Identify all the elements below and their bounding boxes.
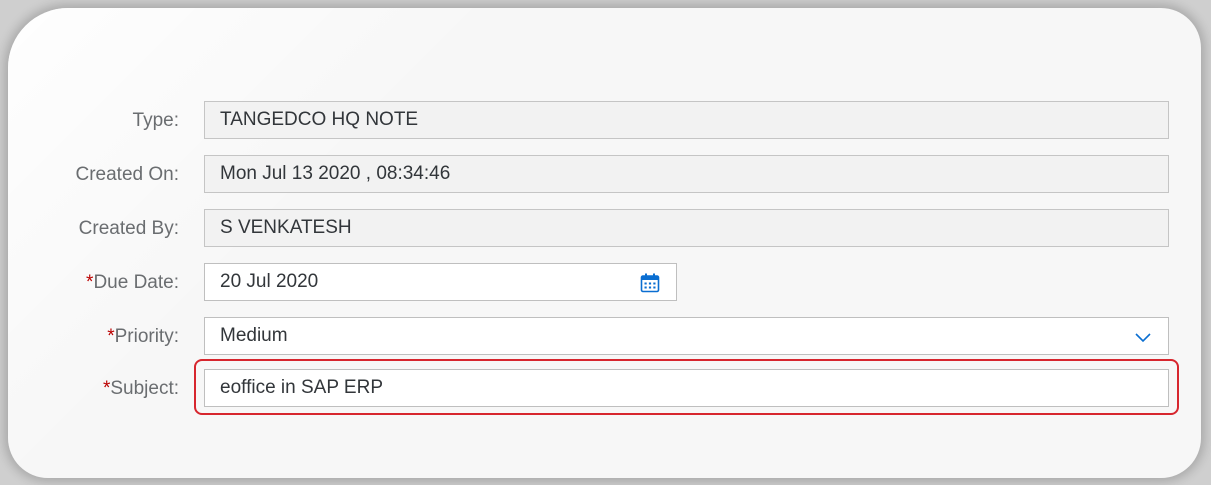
priority-row: *Priority: Medium <box>8 317 1201 357</box>
type-field: TANGEDCO HQ NOTE <box>204 101 1169 139</box>
priority-label: *Priority: <box>107 317 179 357</box>
created-by-field: S VENKATESH <box>204 209 1169 247</box>
priority-value: Medium <box>220 325 288 346</box>
subject-label-text: Subject: <box>110 378 179 399</box>
due-date-row: *Due Date: 20 Jul 2020 <box>8 263 1201 303</box>
created-by-row: Created By: S VENKATESH <box>8 209 1201 249</box>
note-form-card: Type: TANGEDCO HQ NOTE Created On: Mon J… <box>8 8 1201 478</box>
type-label: Type: <box>132 110 179 131</box>
due-date-input[interactable]: 20 Jul 2020 <box>204 263 677 301</box>
priority-label-text: Priority: <box>114 326 179 347</box>
due-date-label: *Due Date: <box>86 263 179 303</box>
priority-select[interactable]: Medium <box>204 317 1169 355</box>
created-on-field: Mon Jul 13 2020 , 08:34:46 <box>204 155 1169 193</box>
type-row: Type: TANGEDCO HQ NOTE <box>8 101 1201 141</box>
created-by-label: Created By: <box>78 218 179 239</box>
created-on-row: Created On: Mon Jul 13 2020 , 08:34:46 <box>8 155 1201 195</box>
subject-highlight-box <box>194 359 1179 415</box>
calendar-icon[interactable] <box>640 273 660 293</box>
due-date-value: 20 Jul 2020 <box>220 271 319 292</box>
due-date-label-text: Due Date: <box>93 272 179 293</box>
subject-label: *Subject: <box>103 369 179 409</box>
required-marker: * <box>107 326 115 347</box>
chevron-down-icon[interactable] <box>1134 328 1152 346</box>
created-on-label: Created On: <box>75 164 180 185</box>
